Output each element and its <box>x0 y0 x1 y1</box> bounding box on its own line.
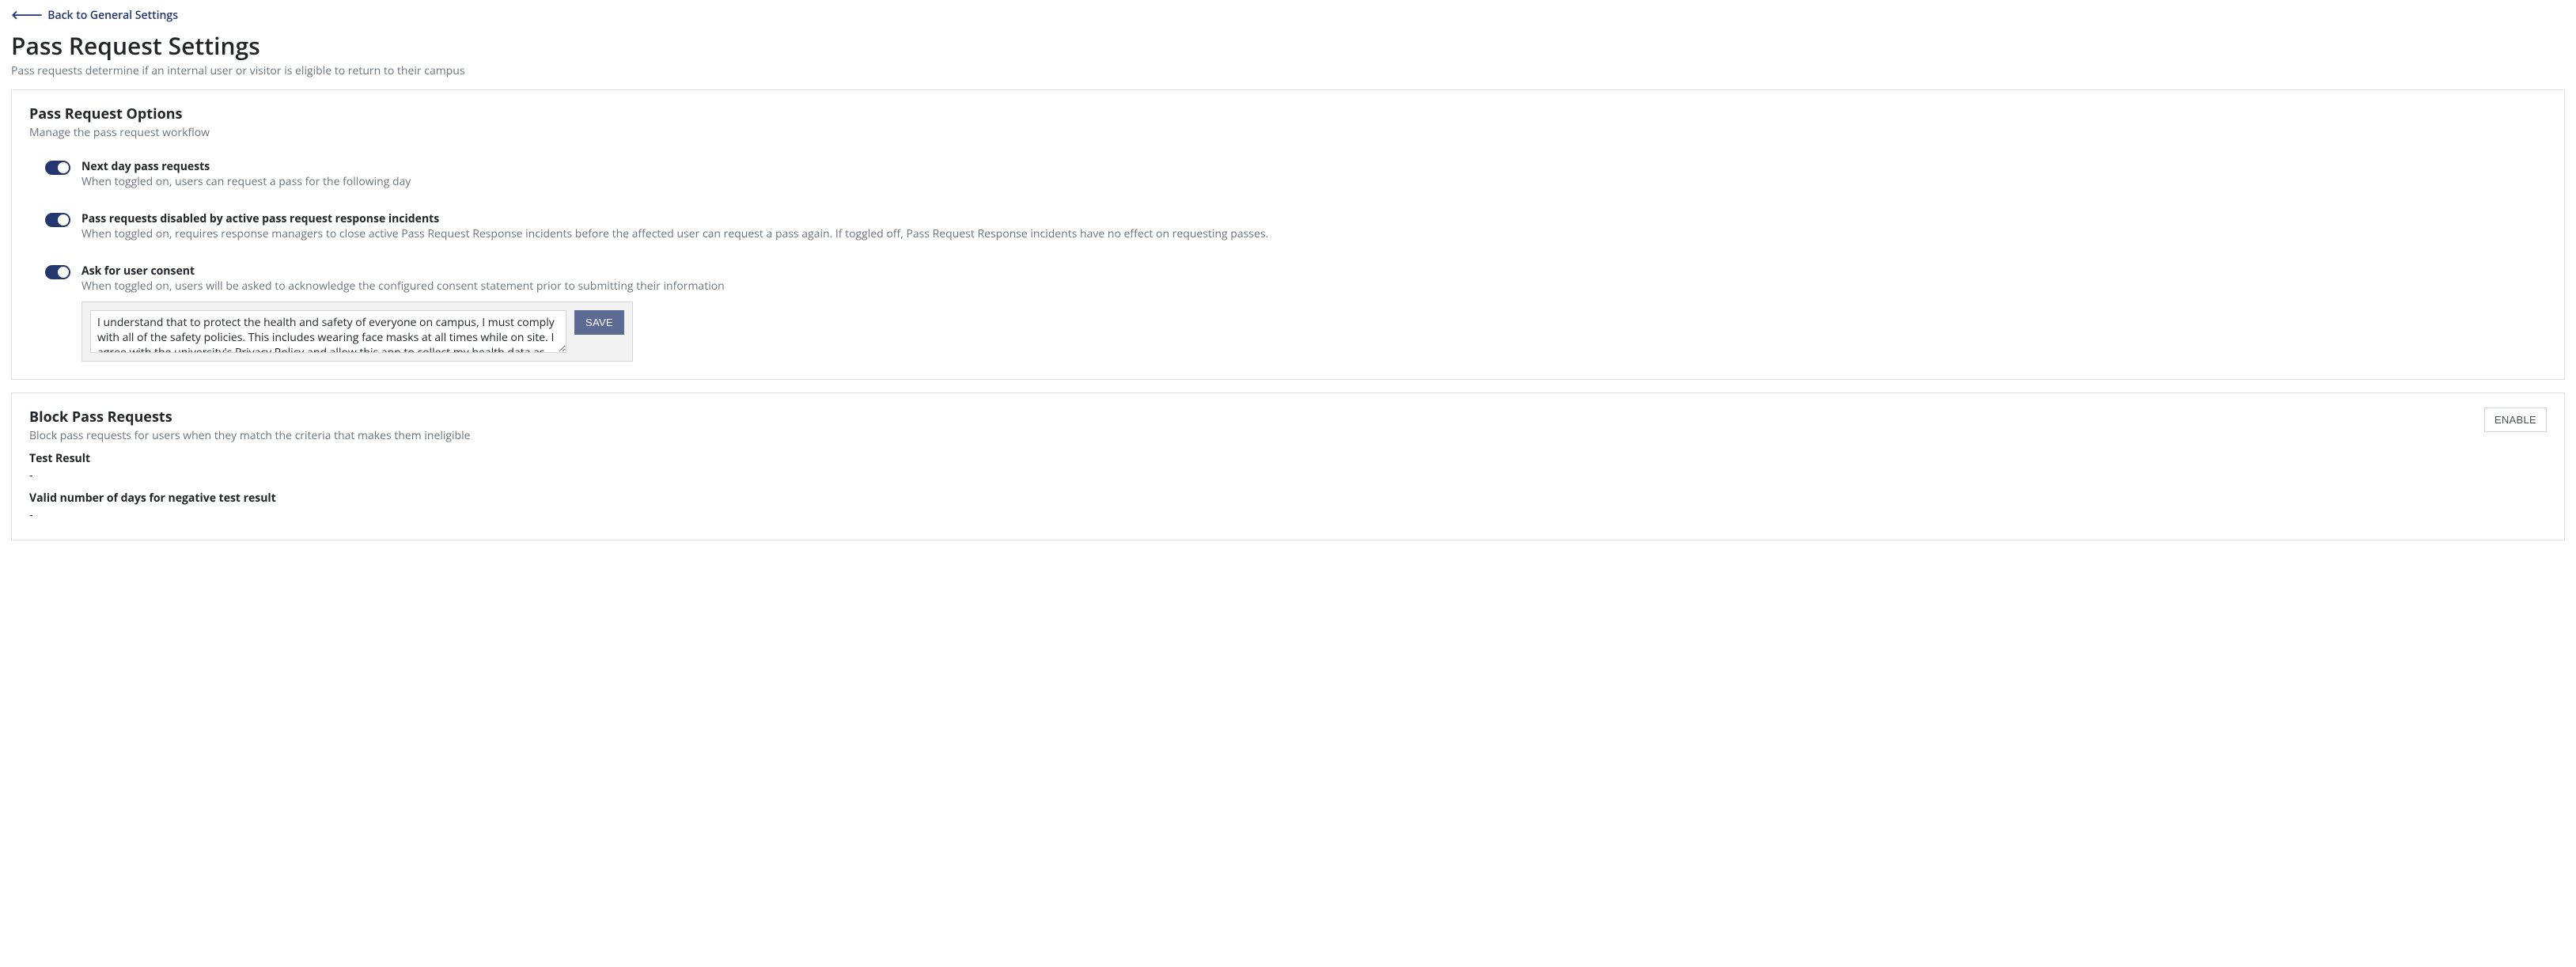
incidents-toggle[interactable] <box>45 213 70 227</box>
consent-textarea[interactable] <box>90 310 566 353</box>
back-link-label: Back to General Settings <box>47 8 178 23</box>
toggle-row-next-day: Next day pass requests When toggled on, … <box>45 159 2547 189</box>
block-pass-requests-panel: Block Pass Requests Block pass requests … <box>11 392 2565 540</box>
toggle-row-incidents: Pass requests disabled by active pass re… <box>45 211 2547 241</box>
test-result-label: Test Result <box>29 451 2547 466</box>
incidents-desc: When toggled on, requires response manag… <box>81 226 2547 241</box>
next-day-label: Next day pass requests <box>81 159 2547 174</box>
back-link[interactable]: 🡐 Back to General Settings <box>11 8 178 23</box>
options-title: Pass Request Options <box>29 104 2547 123</box>
page-title: Pass Request Settings <box>11 29 2565 62</box>
block-title: Block Pass Requests <box>29 408 470 427</box>
options-subtitle: Manage the pass request workflow <box>29 125 2547 140</box>
toggle-row-consent: Ask for user consent When toggled on, us… <box>45 264 2547 362</box>
consent-desc: When toggled on, users will be asked to … <box>81 279 2547 294</box>
consent-label: Ask for user consent <box>81 264 2547 279</box>
next-day-desc: When toggled on, users can request a pas… <box>81 174 2547 189</box>
save-button[interactable]: SAVE <box>574 310 624 335</box>
next-day-toggle[interactable] <box>45 161 70 175</box>
arrow-left-icon: 🡐 <box>11 9 43 21</box>
enable-button[interactable]: ENABLE <box>2484 408 2547 432</box>
block-subtitle: Block pass requests for users when they … <box>29 428 470 443</box>
test-result-value: - <box>29 468 2547 483</box>
valid-days-value: - <box>29 507 2547 522</box>
pass-request-options-panel: Pass Request Options Manage the pass req… <box>11 89 2565 380</box>
consent-box: SAVE <box>81 301 633 362</box>
consent-toggle[interactable] <box>45 265 70 279</box>
incidents-label: Pass requests disabled by active pass re… <box>81 211 2547 226</box>
valid-days-label: Valid number of days for negative test r… <box>29 491 2547 506</box>
page-subtitle: Pass requests determine if an internal u… <box>11 63 2565 78</box>
